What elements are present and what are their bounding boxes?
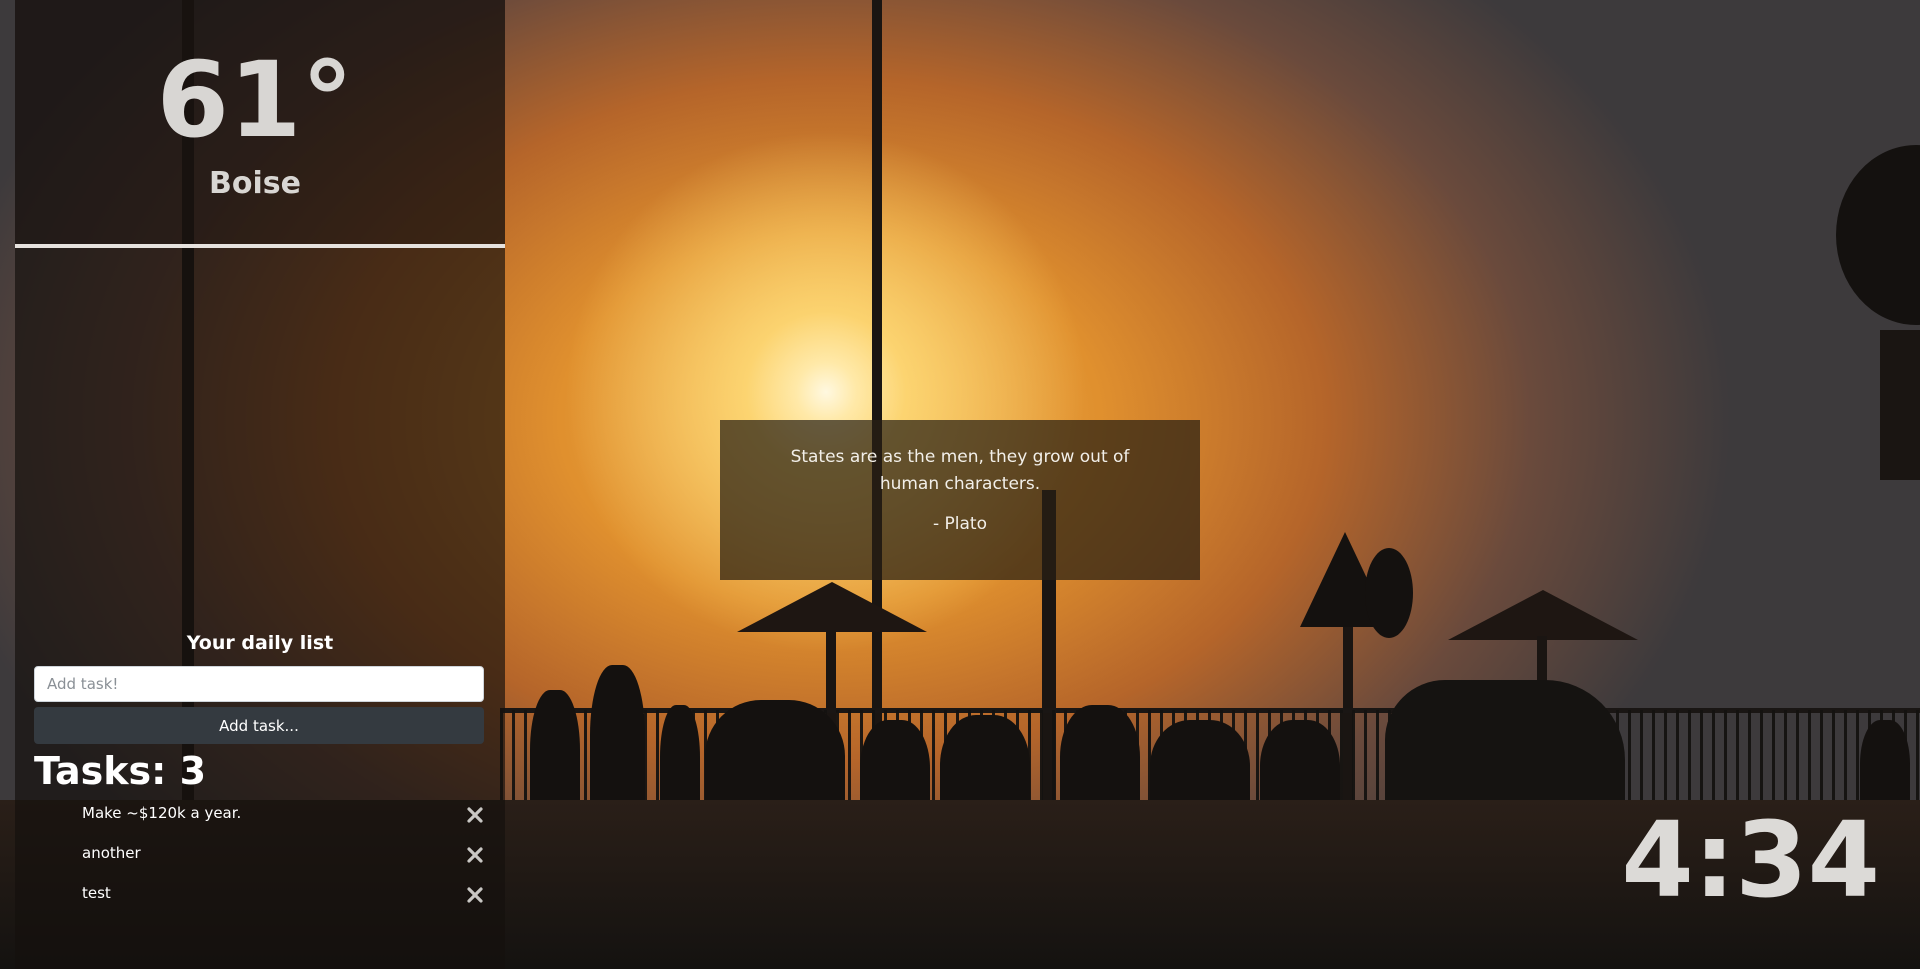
task-text: another	[82, 844, 141, 862]
task-text: test	[82, 884, 111, 902]
quote-author: - Plato	[933, 514, 987, 534]
city-name: Boise	[209, 166, 301, 201]
task-item: another	[34, 840, 484, 880]
background-pole	[872, 0, 882, 830]
add-task-button[interactable]: Add task...	[34, 707, 484, 744]
close-icon[interactable]	[466, 886, 484, 904]
close-icon[interactable]	[466, 846, 484, 864]
background-large-sign	[1836, 145, 1920, 325]
task-item: Make ~$120k a year.	[34, 800, 484, 840]
background-sunshade-right	[1448, 590, 1638, 640]
clock-display: 4:34	[1621, 799, 1880, 921]
daily-list-title: Your daily list	[186, 632, 334, 654]
close-icon[interactable]	[466, 806, 484, 824]
background-sign-panel	[1880, 330, 1920, 480]
task-item: test	[34, 880, 484, 920]
task-list: Make ~$120k a year. another test	[34, 800, 484, 920]
quote-text: States are as the men, they grow out of …	[790, 447, 1130, 494]
background-round-sign	[1365, 548, 1413, 638]
task-count: Tasks: 3	[34, 749, 207, 793]
background-sunshade-left	[737, 582, 927, 632]
quote-box: States are as the men, they grow out of …	[720, 420, 1200, 580]
temperature-display: 61°	[15, 40, 505, 160]
task-text: Make ~$120k a year.	[82, 804, 242, 822]
add-task-input[interactable]	[34, 666, 484, 702]
weather-divider	[15, 244, 505, 248]
temperature-value: 61°	[156, 39, 354, 161]
